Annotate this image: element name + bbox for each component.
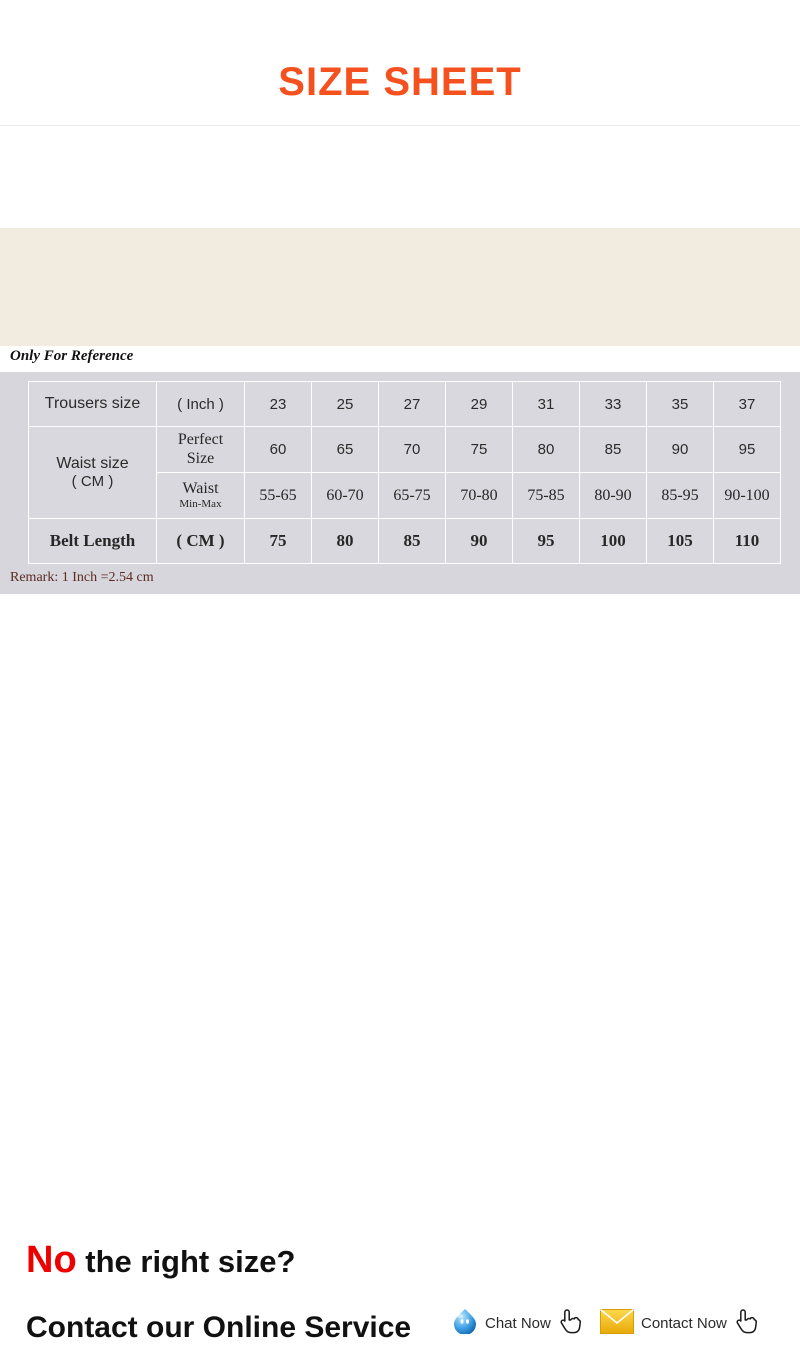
pointing-hand-icon <box>558 1308 582 1339</box>
cell-trousers-1: 25 <box>311 381 379 427</box>
table-row: Waist size ( CM ) Perfect Size 60 65 70 … <box>28 426 781 519</box>
row-unit-cm: ( CM ) <box>156 518 245 564</box>
row-unit-perfect-size: Perfect Size <box>156 426 245 473</box>
cell-waist-6: 85-95 <box>646 472 714 519</box>
unit-perfect: Perfect <box>177 431 224 449</box>
cell-trousers-0: 23 <box>244 381 312 427</box>
page-header: SIZE SHEET <box>0 0 800 126</box>
cell-belt-3: 90 <box>445 518 513 564</box>
cell-trousers-6: 35 <box>646 381 714 427</box>
unit-min-max: Min-Max <box>179 498 222 511</box>
size-table: Trousers size ( Inch ) 23 25 27 29 31 33… <box>28 381 781 564</box>
remark-text: Remark: 1 Inch =2.54 cm <box>10 570 154 585</box>
cell-perfect-7: 95 <box>713 426 781 473</box>
cell-trousers-3: 29 <box>445 381 513 427</box>
chat-now-button[interactable]: Chat Now <box>452 1308 582 1339</box>
cell-belt-6: 105 <box>646 518 714 564</box>
cell-perfect-2: 70 <box>378 426 446 473</box>
cell-waist-5: 80-90 <box>579 472 647 519</box>
chat-bubble-face-icon <box>452 1308 478 1339</box>
cell-perfect-0: 60 <box>244 426 312 473</box>
cell-belt-0: 75 <box>244 518 312 564</box>
belt-diagram-panel: waist(max) waist(min) <box>0 228 800 568</box>
cell-belt-7: 110 <box>713 518 781 564</box>
cell-waist-1: 60-70 <box>311 472 379 519</box>
row-unit-inch: ( Inch ) <box>156 381 245 427</box>
cell-perfect-3: 75 <box>445 426 513 473</box>
reference-note: Only For Reference <box>10 348 134 364</box>
cell-waist-3: 70-80 <box>445 472 513 519</box>
table-row: Trousers size ( Inch ) 23 25 27 29 31 33… <box>28 381 781 427</box>
cell-perfect-6: 90 <box>646 426 714 473</box>
cta-headline-rest: the right size? <box>76 1244 296 1279</box>
cell-belt-1: 80 <box>311 518 379 564</box>
cell-trousers-2: 27 <box>378 381 446 427</box>
cta-section: No the right size? Contact our Online Se… <box>0 594 800 1344</box>
cell-belt-5: 100 <box>579 518 647 564</box>
cta-headline: No the right size? <box>26 1239 295 1282</box>
cell-perfect-1: 65 <box>311 426 379 473</box>
contact-now-label: Contact Now <box>641 1315 727 1332</box>
subtitle-band: FASHION ACCESSORIES <box>0 126 800 307</box>
cta-subhead: Contact our Online Service <box>26 1311 412 1344</box>
envelope-icon <box>599 1308 635 1339</box>
cell-waist-0: 55-65 <box>244 472 312 519</box>
row-label-waist-size: Waist size ( CM ) <box>28 426 157 519</box>
cell-belt-4: 95 <box>512 518 580 564</box>
pointing-hand-icon <box>734 1308 758 1339</box>
row-label-trousers-size: Trousers size <box>28 381 157 427</box>
page-title: SIZE SHEET <box>278 60 522 104</box>
cell-waist-2: 65-75 <box>378 472 446 519</box>
row-unit-waist-min-max: Waist Min-Max <box>156 472 245 519</box>
cta-headline-highlight: No <box>26 1239 77 1281</box>
unit-size: Size <box>186 449 215 467</box>
cell-trousers-5: 33 <box>579 381 647 427</box>
cell-perfect-5: 85 <box>579 426 647 473</box>
row-label-waist-size-unit: ( CM ) <box>71 473 114 491</box>
cell-trousers-4: 31 <box>512 381 580 427</box>
chat-now-label: Chat Now <box>485 1315 551 1332</box>
cell-trousers-7: 37 <box>713 381 781 427</box>
contact-now-button[interactable]: Contact Now <box>599 1308 758 1339</box>
cell-belt-2: 85 <box>378 518 446 564</box>
unit-waist: Waist <box>182 479 219 497</box>
cell-perfect-4: 80 <box>512 426 580 473</box>
cell-waist-4: 75-85 <box>512 472 580 519</box>
cell-waist-7: 90-100 <box>713 472 781 519</box>
row-label-belt-length: Belt Length <box>28 518 157 564</box>
row-label-waist-size-main: Waist size <box>56 454 129 472</box>
table-row: Belt Length ( CM ) 75 80 85 90 95 100 10… <box>28 518 781 564</box>
